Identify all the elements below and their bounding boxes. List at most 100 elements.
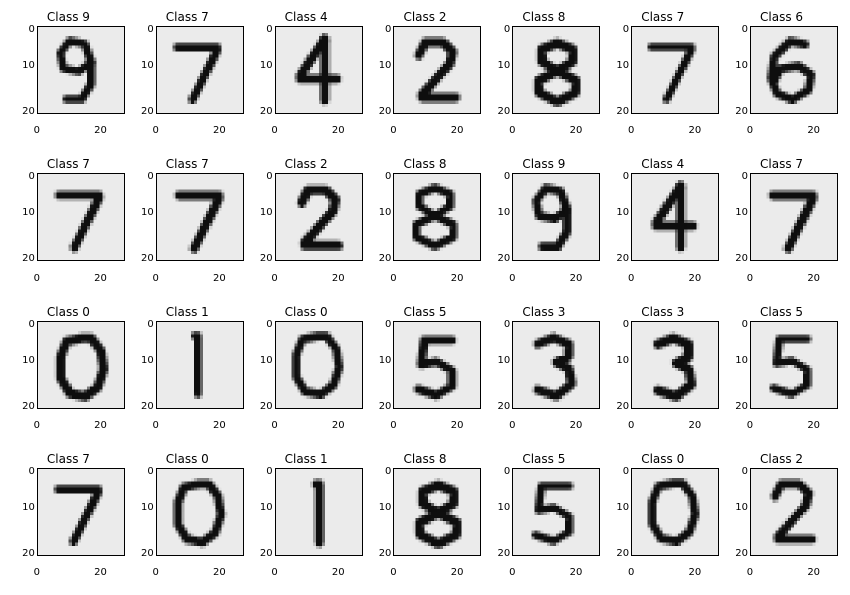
- plot-area: 0 10 20: [369, 468, 482, 567]
- x-tick-label: 0: [628, 274, 634, 284]
- y-tick-label: 20: [22, 107, 35, 117]
- digit-image: [750, 173, 838, 261]
- digit-image: [750, 321, 838, 409]
- digit-image: [275, 26, 363, 114]
- y-tick-label: 0: [22, 320, 35, 330]
- y-tick-label: 0: [379, 467, 392, 477]
- subplot: Class 101020020: [250, 452, 363, 579]
- subplot-title: Class 2: [760, 452, 803, 466]
- plot-area: 01020: [606, 173, 719, 272]
- x-tick-label: 20: [807, 274, 820, 284]
- y-tick-label: 20: [498, 549, 511, 559]
- digit-image: [750, 26, 838, 114]
- x-tick-label: 20: [94, 126, 107, 136]
- y-axis: 01020: [379, 26, 392, 115]
- x-tick-label: 20: [451, 568, 464, 578]
- x-tick-label: 20: [688, 568, 701, 578]
- plot-area: 01020: [250, 26, 363, 125]
- y-tick-label: 20: [141, 107, 154, 117]
- digit-grid: Class 901020020Class 701020020Class 4010…: [0, 0, 850, 595]
- x-tick-label: 20: [332, 421, 345, 431]
- y-axis: 01020: [616, 173, 629, 262]
- y-tick-label: 0: [498, 320, 511, 330]
- plot-area: 01020: [250, 468, 363, 567]
- x-axis: 020: [750, 567, 838, 579]
- digit-image: [37, 468, 125, 556]
- y-tick-label: 0: [141, 467, 154, 477]
- digit-image: [156, 468, 244, 556]
- x-tick-label: 0: [34, 421, 40, 431]
- x-tick-label: 20: [332, 568, 345, 578]
- x-tick-label: 20: [213, 568, 226, 578]
- y-tick-label: 20: [260, 402, 273, 412]
- y-tick-label: 0: [260, 172, 273, 182]
- y-tick-label: 20: [22, 549, 35, 559]
- y-axis: 01020: [498, 468, 511, 557]
- y-tick-label: 0: [735, 467, 748, 477]
- y-tick-label: 10: [616, 208, 629, 218]
- plot-area: 01020: [487, 321, 600, 420]
- y-tick-label: 10: [735, 208, 748, 218]
- x-tick-label: 20: [213, 274, 226, 284]
- x-tick-label: 0: [390, 421, 396, 431]
- x-axis: 020: [631, 273, 719, 285]
- y-tick-label: 10: [22, 208, 35, 218]
- y-tick-label: 20: [735, 402, 748, 412]
- y-tick-label: 10: [141, 208, 154, 218]
- x-tick-label: 0: [34, 126, 40, 136]
- x-tick-label: 0: [509, 568, 515, 578]
- subplot: Class 301020020: [606, 305, 719, 432]
- y-tick-label: 20: [735, 549, 748, 559]
- y-axis: 0 10 20: [260, 321, 273, 410]
- y-tick-label: 20: [379, 549, 392, 559]
- plot-area: 01020: [131, 468, 244, 567]
- x-tick-label: 0: [747, 421, 753, 431]
- y-axis: 0 10 20: [379, 321, 392, 410]
- y-tick-label: 10: [379, 356, 392, 366]
- subplot-title: Class 7: [760, 157, 803, 171]
- subplot-title: Class 9: [47, 10, 90, 24]
- y-axis: 01020: [735, 468, 748, 557]
- plot-area: 01020: [725, 26, 838, 125]
- x-tick-label: 0: [271, 568, 277, 578]
- x-tick-label: 0: [390, 274, 396, 284]
- y-tick-label: 10: [379, 503, 392, 513]
- digit-image: [156, 321, 244, 409]
- y-axis: 01020: [379, 173, 392, 262]
- x-tick-label: 0: [390, 126, 396, 136]
- subplot-title: Class 1: [166, 305, 209, 319]
- x-tick-label: 20: [570, 126, 583, 136]
- y-tick-label: 20: [616, 549, 629, 559]
- y-tick-label: 0: [616, 25, 629, 35]
- subplot: Class 001020020: [250, 305, 363, 432]
- y-axis: 01020: [498, 173, 511, 262]
- x-tick-label: 0: [153, 568, 159, 578]
- y-tick-label: 10: [260, 356, 273, 366]
- y-tick-label: 10: [616, 503, 629, 513]
- subplot-title: Class 5: [522, 452, 565, 466]
- y-tick-label: 20: [22, 402, 35, 412]
- y-tick-label: 0: [498, 25, 511, 35]
- x-tick-label: 0: [509, 126, 515, 136]
- y-axis: 01020: [735, 26, 748, 115]
- x-tick-label: 20: [213, 421, 226, 431]
- plot-area: 01020: [725, 468, 838, 567]
- x-tick-label: 0: [153, 274, 159, 284]
- subplot: Class 801020020: [487, 10, 600, 137]
- subplot: Class 501020020: [725, 305, 838, 432]
- y-tick-label: 0: [260, 320, 273, 330]
- y-tick-label: 0: [735, 25, 748, 35]
- y-tick-label: 0: [379, 320, 392, 330]
- plot-area: 01020: [369, 173, 482, 272]
- x-tick-label: 0: [509, 274, 515, 284]
- x-axis: 020: [156, 125, 244, 137]
- x-tick-label: 20: [332, 126, 345, 136]
- digit-image: [631, 468, 719, 556]
- x-tick-label: 0: [628, 421, 634, 431]
- y-tick-label: 20: [498, 107, 511, 117]
- x-tick-label: 20: [94, 274, 107, 284]
- x-axis: 020: [37, 567, 125, 579]
- subplot: Class 301020020: [487, 305, 600, 432]
- y-tick-label: 0: [498, 172, 511, 182]
- y-tick-label: 20: [379, 402, 392, 412]
